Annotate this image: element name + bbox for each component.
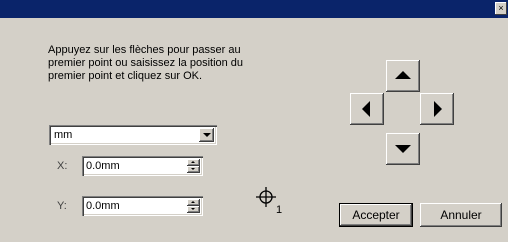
title-bar: × <box>0 0 508 18</box>
y-spin-up-button[interactable] <box>187 199 200 206</box>
move-left-button[interactable] <box>350 93 384 125</box>
instruction-text: Appuyez sur les flèches pour passer au p… <box>48 44 244 82</box>
x-label: X: <box>57 160 68 172</box>
move-right-button[interactable] <box>420 93 454 125</box>
cancel-button[interactable]: Annuler <box>420 203 502 227</box>
unit-select[interactable]: mm <box>49 125 217 145</box>
accept-button[interactable]: Accepter <box>339 203 413 227</box>
arrow-left-icon <box>362 101 370 117</box>
arrow-down-icon <box>395 145 411 153</box>
crosshair-icon: 1 <box>255 186 285 216</box>
x-coordinate-value: 0.0mm <box>86 160 120 172</box>
y-coordinate-value: 0.0mm <box>86 200 120 212</box>
y-label: Y: <box>57 200 67 212</box>
y-spin-down-button[interactable] <box>187 206 200 213</box>
close-button[interactable]: × <box>495 2 507 15</box>
unit-select-value: mm <box>54 129 73 141</box>
x-spin-down-button[interactable] <box>187 166 200 173</box>
x-coordinate-field[interactable]: 0.0mm <box>82 156 203 176</box>
chevron-down-icon[interactable] <box>199 128 214 142</box>
arrow-up-icon <box>395 71 411 79</box>
move-up-button[interactable] <box>386 60 420 92</box>
move-down-button[interactable] <box>386 133 420 165</box>
y-spinner[interactable] <box>187 199 200 213</box>
y-coordinate-field[interactable]: 0.0mm <box>82 196 203 216</box>
point-index: 1 <box>276 204 282 216</box>
x-spin-up-button[interactable] <box>187 159 200 166</box>
x-spinner[interactable] <box>187 159 200 173</box>
arrow-right-icon <box>434 101 442 117</box>
